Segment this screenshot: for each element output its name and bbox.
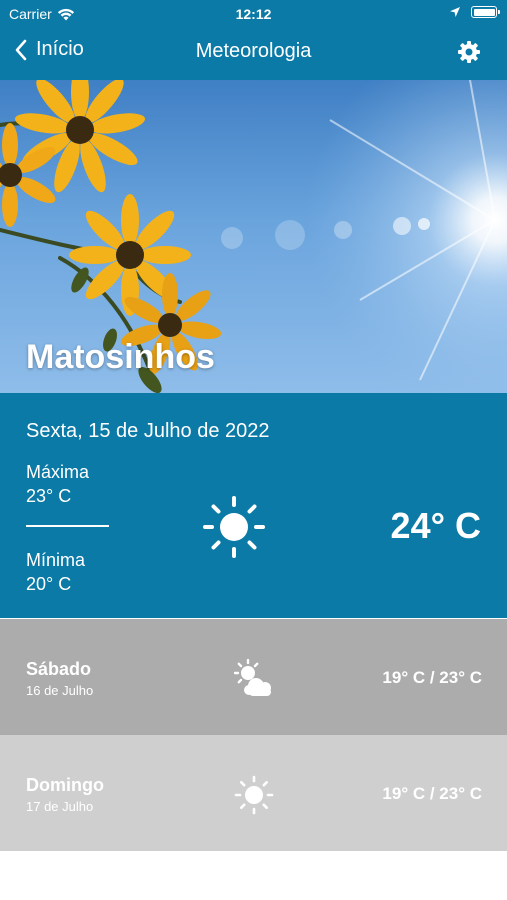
current-temperature: 24° C (390, 505, 481, 546)
max-temp-label: Máxima (26, 462, 90, 482)
today-weather-panel: Sexta, 15 de Julho de 2022 Máxima 23° C … (0, 393, 507, 618)
navigation-bar: Início Meteorologia (0, 30, 507, 76)
min-temp-label: Mínima (26, 550, 86, 570)
status-time: 12:12 (235, 6, 272, 22)
forecast-day: Domingo (26, 775, 104, 795)
forecast-row[interactable]: Domingo 17 de Julho 19° C / 23° C (0, 735, 507, 851)
battery-icon (471, 6, 500, 18)
gear-icon[interactable] (457, 40, 481, 64)
forecast-range: 19° C / 23° C (382, 668, 482, 687)
top-bar: Carrier 12:12 Início Meteorologia (0, 0, 507, 80)
temp-divider (26, 525, 109, 527)
forecast-row[interactable]: Sábado 16 de Julho 19° C / 23° C (0, 619, 507, 735)
forecast-day: Sábado (26, 659, 92, 679)
forecast-date: 16 de Julho (26, 683, 94, 698)
sun-icon (234, 775, 274, 815)
forecast-date: 17 de Julho (26, 799, 94, 814)
status-bar: Carrier 12:12 (0, 0, 507, 28)
city-name: Matosinhos (26, 338, 215, 376)
min-temp-value: 20° C (26, 574, 72, 594)
location-arrow-icon (450, 7, 460, 17)
page-title: Meteorologia (195, 40, 312, 62)
max-temp-value: 23° C (26, 486, 72, 506)
status-right (449, 6, 500, 18)
forecast-range: 19° C / 23° C (382, 784, 482, 803)
partly-cloudy-icon (234, 659, 271, 696)
sun-icon (203, 496, 265, 558)
city-hero-image: Matosinhos (0, 80, 507, 393)
today-date: Sexta, 15 de Julho de 2022 (26, 420, 270, 442)
